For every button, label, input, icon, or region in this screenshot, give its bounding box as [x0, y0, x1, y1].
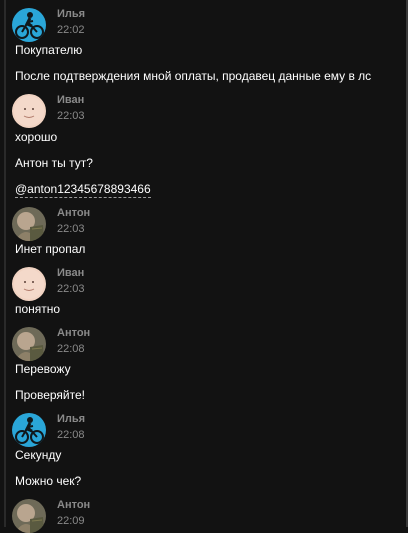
- avatar-cyclist-icon: [12, 8, 46, 42]
- author-name[interactable]: Антон: [57, 207, 90, 219]
- avatar-photo-icon: [12, 327, 46, 361]
- author-name[interactable]: Антон: [57, 499, 90, 511]
- message-text: Проверяйте!: [15, 388, 85, 402]
- timestamp: 22:08: [57, 429, 85, 441]
- message-text: Секунду: [15, 448, 62, 462]
- message-text: понятно: [15, 302, 61, 316]
- avatar-anton[interactable]: [12, 327, 46, 361]
- message-text: хорошо: [15, 130, 58, 144]
- avatar-photo-icon: [12, 207, 46, 241]
- avatar-anton[interactable]: [12, 207, 46, 241]
- timestamp: 22:03: [57, 110, 85, 122]
- message-text: Можно чек?: [15, 474, 82, 488]
- avatar-anton[interactable]: [12, 499, 46, 533]
- timestamp: 22:03: [57, 283, 85, 295]
- chat-log: Илья 22:02 Покупателю После подтверждени…: [0, 0, 406, 533]
- author-name[interactable]: Илья: [57, 413, 85, 425]
- timestamp: 22:03: [57, 223, 85, 235]
- mention-link[interactable]: @anton12345678893466: [15, 182, 151, 198]
- avatar-face-icon: [12, 94, 46, 128]
- timestamp: 22:09: [57, 515, 85, 527]
- message-text: После подтверждения мной оплаты, продаве…: [15, 69, 372, 83]
- message-text: Покупателю: [15, 43, 83, 57]
- avatar-ilya[interactable]: [12, 413, 46, 447]
- avatar-ivan[interactable]: [12, 94, 46, 128]
- timestamp: 22:02: [57, 24, 85, 36]
- avatar-ilya[interactable]: [12, 8, 46, 42]
- avatar-ivan[interactable]: [12, 267, 46, 301]
- author-name[interactable]: Антон: [57, 327, 90, 339]
- message-text: Перевожу: [15, 362, 71, 376]
- message-text: Антон ты тут?: [15, 156, 93, 170]
- avatar-photo-icon: [12, 499, 46, 533]
- message-text: Инет пропал: [15, 242, 86, 256]
- author-name[interactable]: Иван: [57, 267, 84, 279]
- avatar-face-icon: [12, 267, 46, 301]
- author-name[interactable]: Илья: [57, 8, 85, 20]
- author-name[interactable]: Иван: [57, 94, 84, 106]
- timestamp: 22:08: [57, 343, 85, 355]
- avatar-cyclist-icon: [12, 413, 46, 447]
